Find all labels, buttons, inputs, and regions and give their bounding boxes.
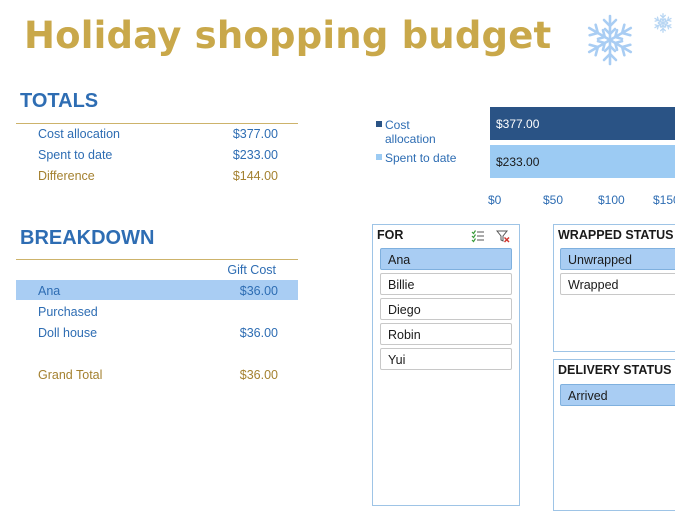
grand-total-value: $36.00	[239, 368, 278, 382]
page-title: Holiday shopping budget	[24, 14, 552, 57]
totals-difference-label: Difference	[38, 169, 95, 183]
wrapped-status-slicer: WRAPPED STATUS Unwrapped Wrapped	[553, 224, 675, 352]
slicer-item-diego[interactable]: Diego	[380, 298, 512, 320]
legend-label: Cost	[385, 118, 410, 132]
axis-tick-label: $150	[653, 193, 675, 207]
legend-swatch	[376, 121, 382, 127]
legend-label: Spent to date	[385, 151, 457, 165]
breakdown-row-value: $36.00	[239, 326, 278, 340]
breakdown-row-label: Ana	[38, 284, 61, 298]
snowflake-icon	[584, 14, 636, 66]
wrapped-status-title: WRAPPED STATUS	[558, 228, 674, 242]
clear-filter-icon[interactable]	[496, 229, 510, 243]
axis-tick-label: $100	[598, 193, 625, 207]
chart-data-label: $377.00	[496, 117, 540, 131]
slicer-item-billie[interactable]: Billie	[380, 273, 512, 295]
breakdown-row-label: Doll house	[38, 326, 98, 340]
slicer-item-wrapped[interactable]: Wrapped	[560, 273, 675, 295]
legend-label: allocation	[385, 132, 436, 146]
slicer-item-unwrapped[interactable]: Unwrapped	[560, 248, 675, 270]
for-slicer: FOR Ana Billie Diego Robin Yui	[372, 224, 520, 506]
axis-tick-label: $0	[488, 193, 502, 207]
breakdown-column-header: Gift Cost	[227, 263, 276, 277]
for-slicer-title: FOR	[377, 228, 404, 242]
breakdown-divider	[16, 259, 298, 260]
axis-tick-label: $50	[543, 193, 563, 207]
slicer-item-ana[interactable]: Ana	[380, 248, 512, 270]
delivery-status-title: DELIVERY STATUS	[558, 363, 672, 377]
breakdown-heading: BREAKDOWN	[20, 227, 155, 249]
slicer-item-arrived[interactable]: Arrived	[560, 384, 675, 406]
grand-total-label: Grand Total	[38, 368, 103, 382]
snowflake-small-icon	[653, 13, 673, 33]
chart-data-label: $233.00	[496, 155, 540, 169]
totals-heading: TOTALS	[20, 90, 99, 112]
totals-difference-value: $144.00	[232, 169, 278, 183]
multi-select-icon[interactable]	[471, 229, 485, 243]
totals-spent-label: Spent to date	[38, 148, 113, 162]
totals-cost-allocation-label: Cost allocation	[38, 127, 120, 141]
slicer-item-yui[interactable]: Yui	[380, 348, 512, 370]
slicer-item-robin[interactable]: Robin	[380, 323, 512, 345]
delivery-status-slicer: DELIVERY STATUS Arrived	[553, 359, 675, 511]
totals-divider	[16, 123, 298, 124]
legend-swatch	[376, 154, 382, 160]
breakdown-row-value: $36.00	[239, 284, 278, 298]
breakdown-row-label: Purchased	[38, 305, 98, 319]
totals-spent-value: $233.00	[232, 148, 278, 162]
totals-cost-allocation-value: $377.00	[232, 127, 278, 141]
budget-bar-chart: $377.00 $233.00 Costallocation Spent to dat…	[376, 107, 675, 207]
